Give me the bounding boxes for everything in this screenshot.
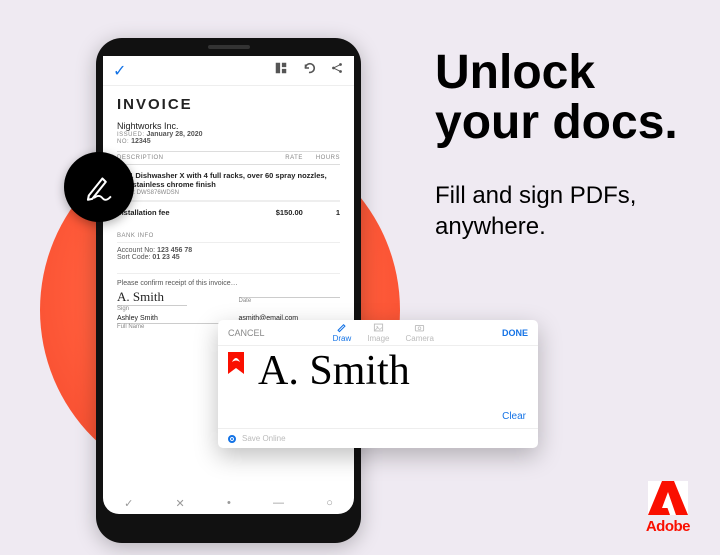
signature-canvas[interactable]: A. Smith Clear bbox=[218, 346, 538, 428]
check-key[interactable]: ✓ bbox=[124, 497, 133, 510]
save-online-radio[interactable] bbox=[228, 435, 236, 443]
subhead-line1: Fill and sign PDFs, bbox=[435, 180, 636, 211]
table-row: TS-1 Dishwasher X with 4 full racks, ove… bbox=[117, 165, 340, 201]
save-online-label: Save Online bbox=[242, 434, 286, 443]
undo-icon[interactable] bbox=[302, 61, 316, 80]
phone-speaker bbox=[208, 45, 250, 49]
done-check-icon[interactable]: ✓ bbox=[113, 61, 126, 81]
tab-image[interactable]: Image bbox=[367, 322, 389, 343]
headline-line2: your docs. bbox=[435, 98, 678, 148]
promo-headline: Unlock your docs. bbox=[435, 48, 678, 149]
drawn-signature: A. Smith bbox=[258, 350, 410, 392]
circle-key[interactable]: ○ bbox=[326, 497, 333, 509]
adobe-logo-icon bbox=[648, 481, 688, 515]
tab-draw[interactable]: Draw bbox=[333, 322, 352, 343]
cancel-button[interactable]: CANCEL bbox=[228, 328, 265, 338]
sign-badge-icon bbox=[64, 152, 134, 222]
properties-icon[interactable] bbox=[274, 61, 288, 80]
soft-keys: ✓ ✕ • — ○ bbox=[103, 492, 354, 514]
adobe-wordmark: Adobe bbox=[646, 518, 690, 535]
promo-subhead: Fill and sign PDFs, anywhere. bbox=[435, 180, 636, 242]
done-button[interactable]: DONE bbox=[502, 328, 528, 338]
table-row: Installation fee $150.00 1 bbox=[117, 201, 340, 223]
tab-camera[interactable]: Camera bbox=[405, 322, 433, 343]
acrobat-ribbon-icon bbox=[228, 352, 244, 385]
doc-company: Nightworks Inc. bbox=[117, 121, 340, 131]
fullname-field[interactable]: Ashley Smith bbox=[117, 314, 219, 324]
signature-field[interactable]: A. Smith bbox=[117, 289, 187, 306]
dash-key[interactable]: — bbox=[273, 497, 284, 509]
phone-mockup: ✓ INVOICE Nightworks Inc. Issued: Januar… bbox=[96, 38, 361, 543]
doc-title: INVOICE bbox=[117, 96, 340, 113]
share-icon[interactable] bbox=[330, 61, 344, 80]
table-header: DESCRIPTION RATE HOURS bbox=[117, 151, 340, 165]
confirm-text: Please confirm receipt of this invoice… bbox=[117, 273, 340, 287]
document-body: INVOICE Nightworks Inc. Issued: January … bbox=[103, 86, 354, 330]
signature-popup: CANCEL Draw Image Camera DONE A. Smith C… bbox=[218, 320, 538, 448]
subhead-line2: anywhere. bbox=[435, 211, 636, 242]
dot-key[interactable]: • bbox=[227, 497, 231, 509]
app-toolbar: ✓ bbox=[103, 56, 354, 86]
clear-button[interactable]: Clear bbox=[502, 411, 526, 422]
headline-line1: Unlock bbox=[435, 48, 678, 98]
x-key[interactable]: ✕ bbox=[176, 497, 185, 510]
date-field[interactable] bbox=[239, 289, 341, 298]
adobe-logo: Adobe bbox=[646, 481, 690, 535]
